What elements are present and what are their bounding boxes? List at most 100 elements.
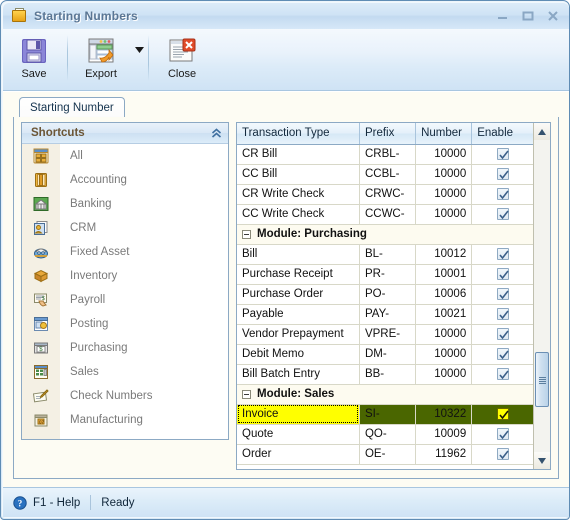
enable-checkbox[interactable] bbox=[496, 367, 509, 380]
chevron-double-up-icon[interactable] bbox=[209, 126, 223, 140]
cell-transaction-type[interactable]: Vendor Prepayment bbox=[237, 324, 360, 345]
cell-transaction-type[interactable]: Order bbox=[237, 444, 360, 465]
cell-transaction-type[interactable]: CR Write Check bbox=[237, 184, 360, 205]
cell-transaction-type[interactable]: Bill Batch Entry bbox=[237, 364, 360, 385]
column-header-enable[interactable]: Enable bbox=[471, 123, 533, 145]
enable-checkbox[interactable] bbox=[496, 347, 509, 360]
cell-number[interactable]: 10012 bbox=[415, 244, 473, 265]
table-row[interactable]: CC Write Check CCWC- 10000 bbox=[237, 204, 533, 225]
cell-number[interactable]: 10021 bbox=[415, 304, 473, 325]
cell-enable[interactable] bbox=[471, 324, 533, 345]
enable-checkbox[interactable] bbox=[496, 327, 509, 340]
table-row[interactable]: Invoice SI- 10322 bbox=[237, 404, 533, 425]
table-row[interactable]: Vendor Prepayment VPRE- 10000 bbox=[237, 324, 533, 345]
close-button[interactable] bbox=[546, 9, 560, 23]
cell-prefix[interactable]: SI- bbox=[359, 404, 417, 425]
cell-number[interactable]: 10000 bbox=[415, 364, 473, 385]
enable-checkbox[interactable] bbox=[496, 287, 509, 300]
grid-group-row[interactable]: Module: Purchasing bbox=[237, 224, 533, 245]
cell-prefix[interactable]: PR- bbox=[359, 264, 417, 285]
enable-checkbox[interactable] bbox=[496, 247, 509, 260]
table-row[interactable]: Payable PAY- 10021 bbox=[237, 304, 533, 325]
cell-prefix[interactable]: BL- bbox=[359, 244, 417, 265]
table-row[interactable]: Quote QO- 10009 bbox=[237, 424, 533, 445]
cell-enable[interactable] bbox=[471, 424, 533, 445]
cell-enable[interactable] bbox=[471, 344, 533, 365]
cell-transaction-type[interactable]: Purchase Order bbox=[237, 284, 360, 305]
sidebar-item-inventory[interactable]: Inventory bbox=[22, 264, 228, 288]
cell-number[interactable]: 10000 bbox=[415, 344, 473, 365]
cell-prefix[interactable]: CCBL- bbox=[359, 164, 417, 185]
cell-number[interactable]: 10000 bbox=[415, 204, 473, 225]
cell-enable[interactable] bbox=[471, 184, 533, 205]
enable-checkbox[interactable] bbox=[496, 267, 509, 280]
sidebar-item-payroll[interactable]: $ Payroll bbox=[22, 288, 228, 312]
enable-checkbox[interactable] bbox=[496, 307, 509, 320]
enable-checkbox[interactable] bbox=[496, 427, 509, 440]
group-collapse-icon[interactable] bbox=[242, 229, 251, 239]
scrollbar-thumb[interactable] bbox=[535, 352, 549, 407]
shortcuts-header[interactable]: Shortcuts bbox=[22, 123, 228, 144]
table-row[interactable]: Purchase Receipt PR- 10001 bbox=[237, 264, 533, 285]
enable-checkbox[interactable] bbox=[496, 447, 509, 460]
cell-transaction-type[interactable]: Invoice bbox=[237, 404, 360, 425]
export-dropdown-button[interactable] bbox=[132, 29, 146, 85]
title-bar[interactable]: Starting Numbers bbox=[3, 3, 569, 29]
cell-enable[interactable] bbox=[471, 444, 533, 465]
cell-prefix[interactable]: QO- bbox=[359, 424, 417, 445]
cell-number[interactable]: 10000 bbox=[415, 144, 473, 165]
cell-transaction-type[interactable]: Debit Memo bbox=[237, 344, 360, 365]
cell-number[interactable]: 11962 bbox=[415, 444, 473, 465]
cell-prefix[interactable]: PAY- bbox=[359, 304, 417, 325]
cell-number[interactable]: 10000 bbox=[415, 184, 473, 205]
sidebar-item-crm[interactable]: CRM bbox=[22, 216, 228, 240]
cell-enable[interactable] bbox=[471, 244, 533, 265]
cell-transaction-type[interactable]: CC Write Check bbox=[237, 204, 360, 225]
cell-transaction-type[interactable]: CR Bill bbox=[237, 144, 360, 165]
cell-number[interactable]: 10000 bbox=[415, 324, 473, 345]
export-button[interactable]: Export bbox=[70, 31, 132, 91]
grid-group-row[interactable]: Module: Sales bbox=[237, 384, 533, 405]
minimize-button[interactable] bbox=[496, 9, 510, 23]
cell-enable[interactable] bbox=[471, 264, 533, 285]
cell-enable[interactable] bbox=[471, 144, 533, 165]
cell-prefix[interactable]: BB- bbox=[359, 364, 417, 385]
cell-number[interactable]: 10001 bbox=[415, 264, 473, 285]
cell-enable[interactable] bbox=[471, 164, 533, 185]
table-row[interactable]: Bill BL- 10012 bbox=[237, 244, 533, 265]
sidebar-item-all[interactable]: All bbox=[22, 144, 228, 168]
help-circle-icon[interactable]: ? bbox=[13, 495, 27, 510]
cell-prefix[interactable]: VPRE- bbox=[359, 324, 417, 345]
table-row[interactable]: CC Bill CCBL- 10000 bbox=[237, 164, 533, 185]
cell-enable[interactable] bbox=[471, 404, 533, 425]
table-row[interactable]: Order OE- 11962 bbox=[237, 444, 533, 465]
enable-checkbox[interactable] bbox=[496, 167, 509, 180]
cell-enable[interactable] bbox=[471, 204, 533, 225]
enable-checkbox[interactable] bbox=[496, 187, 509, 200]
table-row[interactable]: CR Bill CRBL- 10000 bbox=[237, 144, 533, 165]
cell-transaction-type[interactable]: Quote bbox=[237, 424, 360, 445]
sidebar-item-fixed-asset[interactable]: Fixed Asset bbox=[22, 240, 228, 264]
enable-checkbox[interactable] bbox=[496, 407, 509, 420]
enable-checkbox[interactable] bbox=[496, 147, 509, 160]
cell-enable[interactable] bbox=[471, 304, 533, 325]
cell-enable[interactable] bbox=[471, 284, 533, 305]
cell-prefix[interactable]: CRBL- bbox=[359, 144, 417, 165]
column-header-prefix[interactable]: Prefix bbox=[359, 123, 417, 145]
sidebar-item-accounting[interactable]: Accounting bbox=[22, 168, 228, 192]
enable-checkbox[interactable] bbox=[496, 207, 509, 220]
cell-transaction-type[interactable]: Purchase Receipt bbox=[237, 264, 360, 285]
cell-transaction-type[interactable]: Bill bbox=[237, 244, 360, 265]
save-button[interactable]: Save bbox=[3, 31, 65, 91]
sidebar-item-purchasing[interactable]: $ Purchasing bbox=[22, 336, 228, 360]
cell-transaction-type[interactable]: CC Bill bbox=[237, 164, 360, 185]
cell-prefix[interactable]: OE- bbox=[359, 444, 417, 465]
sidebar-item-banking[interactable]: Banking bbox=[22, 192, 228, 216]
maximize-button[interactable] bbox=[521, 9, 535, 23]
sidebar-item-manufacturing[interactable]: 07 Manufacturing bbox=[22, 408, 228, 432]
column-header-number[interactable]: Number bbox=[415, 123, 473, 145]
tab-starting-number[interactable]: Starting Number bbox=[19, 97, 125, 118]
cell-number[interactable]: 10009 bbox=[415, 424, 473, 445]
scroll-up-button[interactable] bbox=[534, 123, 550, 140]
sidebar-item-sales[interactable]: Sales bbox=[22, 360, 228, 384]
